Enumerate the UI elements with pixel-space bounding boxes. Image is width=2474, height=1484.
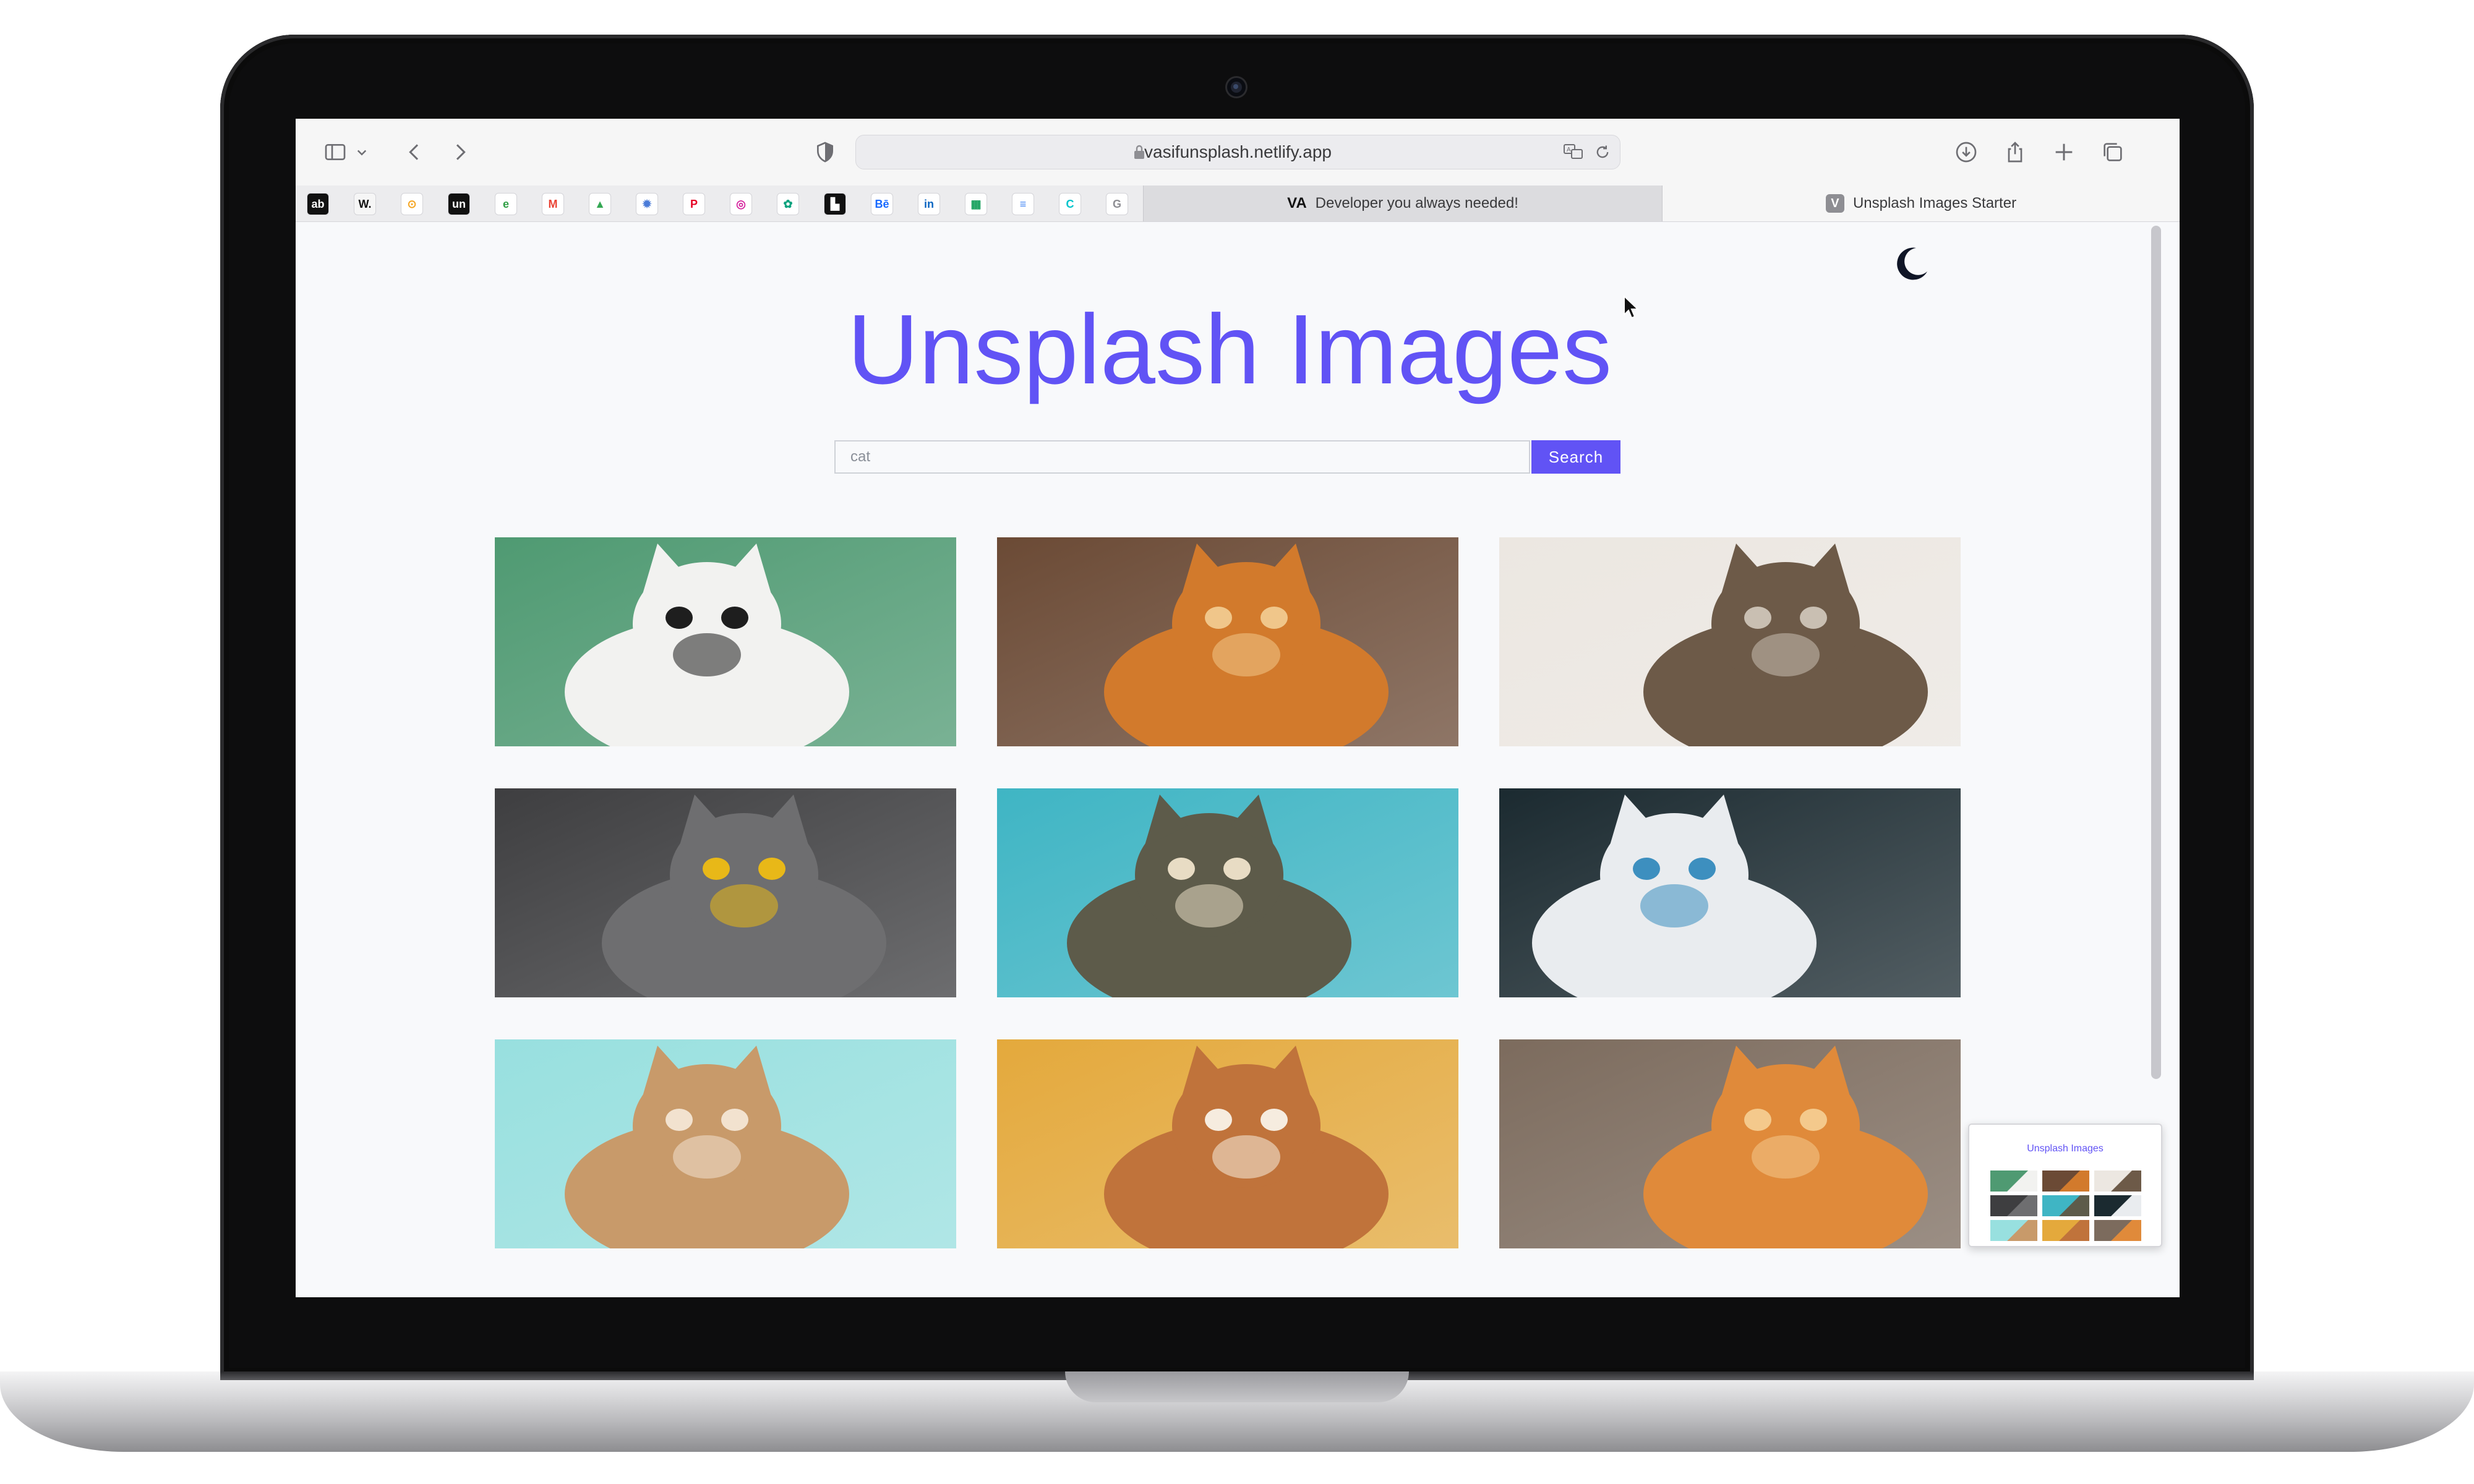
new-tab-icon[interactable] xyxy=(2048,136,2080,168)
pinterest-icon[interactable]: P xyxy=(683,193,705,215)
thumbnail-image xyxy=(2094,1195,2141,1216)
webcam xyxy=(1227,78,1246,96)
envato-icon[interactable]: e xyxy=(495,193,517,215)
search-button[interactable]: Search xyxy=(1531,440,1620,474)
thumbnail-image xyxy=(2094,1220,2141,1241)
forward-icon[interactable] xyxy=(444,136,476,168)
downloads-icon[interactable] xyxy=(1950,136,1982,168)
image-card-cat-orange-yellow-wall[interactable] xyxy=(997,1039,1458,1248)
image-card-cat-green-wall[interactable] xyxy=(495,537,956,746)
browser-toolbar: vasifunsplash.netlify.app A xyxy=(296,119,2180,186)
image-card-cat-orange-sleeping-floor[interactable] xyxy=(1499,1039,1961,1248)
tab-label: Unsplash Images Starter xyxy=(1852,195,2017,211)
thumbnail-image xyxy=(1990,1171,2037,1192)
tab-bar: ab W. ⊙ un e M ▲ ✹ P ◎ ✿ ▙ Bē in ▦ ≡ C G VA Developer you… xyxy=(296,186,2180,222)
canva-icon[interactable]: C xyxy=(1059,193,1081,215)
v-favicon-icon: V xyxy=(1825,194,1844,213)
coin-icon[interactable]: ⊙ xyxy=(401,193,423,215)
chevron-down-icon[interactable] xyxy=(353,136,371,168)
instagram-icon[interactable]: ◎ xyxy=(730,193,752,215)
sidebar-toggle-icon[interactable] xyxy=(319,136,351,168)
url-text: vasifunsplash.netlify.app xyxy=(1144,142,1332,161)
image-card-kitten-mint-background[interactable] xyxy=(495,1039,956,1248)
sheets-icon[interactable]: ▦ xyxy=(965,193,987,215)
translate-icon[interactable]: A xyxy=(1563,143,1584,161)
webflow-icon[interactable]: W. xyxy=(354,193,376,215)
thumbnail-title: Unsplash Images xyxy=(2027,1143,2104,1154)
linkedin-icon[interactable]: in xyxy=(918,193,940,215)
image-card-cat-orange-looking-up[interactable] xyxy=(997,537,1458,746)
image-card-cat-grey-sunglasses[interactable] xyxy=(495,788,956,997)
thumbnail-image xyxy=(2042,1220,2089,1241)
moon-icon[interactable] xyxy=(1891,244,1931,284)
tab-developer[interactable]: VA Developer you always needed! xyxy=(1143,186,1663,221)
thumbnail-image xyxy=(1990,1195,2037,1216)
page-content: Unsplash Images cat Search Unsplash Imag… xyxy=(296,222,2164,1297)
thumbnail-image xyxy=(2094,1171,2141,1192)
browser-window: vasifunsplash.netlify.app A ab W. ⊙ un e M ▲ ✹ P… xyxy=(296,119,2180,1297)
tab-label: Developer you always needed! xyxy=(1315,195,1518,211)
gmail-icon[interactable]: M xyxy=(542,193,564,215)
svg-text:A: A xyxy=(1567,147,1571,153)
thumbnail-image xyxy=(2042,1195,2089,1216)
image-card-cat-butterfly-nose[interactable] xyxy=(1499,788,1961,997)
tab-unsplash[interactable]: V Unsplash Images Starter xyxy=(1663,186,2180,221)
behance-icon[interactable]: Bē xyxy=(871,193,893,215)
thumbnail-image xyxy=(1990,1220,2037,1241)
va-logo-icon: VA xyxy=(1287,195,1307,211)
unsplash-icon[interactable]: un xyxy=(448,193,470,215)
laptop-notch xyxy=(1065,1371,1409,1402)
address-bar[interactable]: vasifunsplash.netlify.app A xyxy=(855,135,1620,169)
back-icon[interactable] xyxy=(398,136,430,168)
thumbnail-image xyxy=(2042,1171,2089,1192)
reload-icon[interactable] xyxy=(1594,143,1611,161)
abdz-icon[interactable]: ab xyxy=(307,193,329,215)
image-card-cat-peeking-teal-wall[interactable] xyxy=(997,788,1458,997)
tab-overview-icon[interactable] xyxy=(2097,136,2129,168)
grammarly-icon[interactable]: G xyxy=(1106,193,1128,215)
search-input[interactable]: cat xyxy=(834,440,1530,474)
image-card-cat-tabby-on-steps[interactable] xyxy=(1499,537,1961,746)
bug-icon[interactable]: ✹ xyxy=(636,193,658,215)
builder-icon[interactable]: ▙ xyxy=(824,193,846,215)
privacy-shield-icon[interactable] xyxy=(809,136,841,168)
openai-icon[interactable]: ✿ xyxy=(777,193,799,215)
page-title: Unsplash Images xyxy=(847,294,1612,404)
docs-icon[interactable]: ≡ xyxy=(1012,193,1034,215)
scrollbar[interactable] xyxy=(2151,226,2161,1079)
drive-icon[interactable]: ▲ xyxy=(589,193,611,215)
share-icon[interactable] xyxy=(1999,136,2031,168)
tab-preview-thumbnail[interactable]: Unsplash Images xyxy=(1968,1124,2162,1247)
